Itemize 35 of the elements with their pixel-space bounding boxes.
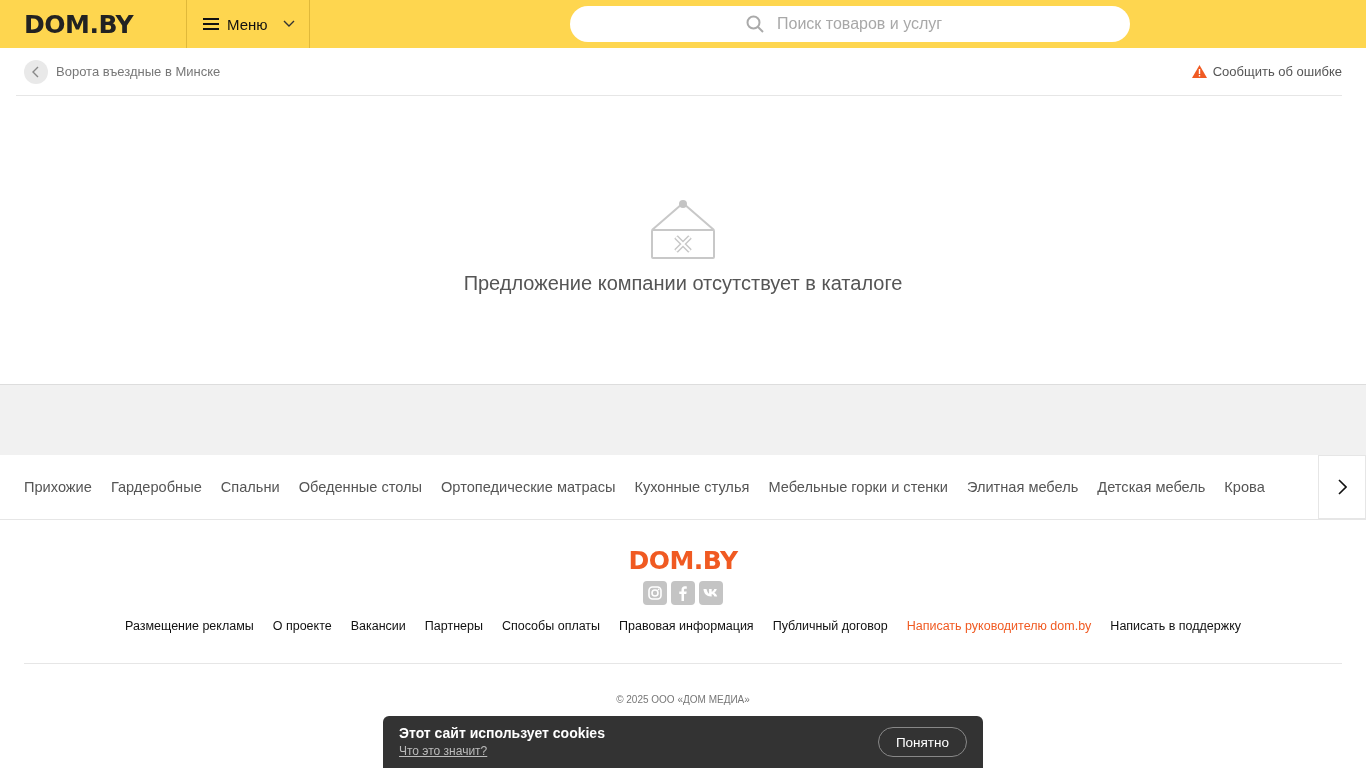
footer-link[interactable]: Публичный договор bbox=[772, 619, 888, 633]
chevron-right-icon bbox=[1337, 479, 1347, 495]
chevron-down-icon bbox=[283, 20, 295, 28]
menu-button[interactable]: Меню bbox=[186, 0, 310, 48]
copyright-text: © 2025 ООО «ДОМ МЕДИА» bbox=[616, 694, 750, 705]
warning-icon bbox=[1191, 65, 1207, 78]
category-link[interactable]: Прихожие bbox=[24, 479, 92, 495]
instagram-icon[interactable] bbox=[646, 584, 664, 602]
category-link[interactable]: Детская мебель bbox=[1097, 479, 1206, 495]
cookie-message: Этот сайт использует cookies bbox=[399, 725, 605, 741]
category-link[interactable]: Спальни bbox=[220, 479, 280, 495]
next-button[interactable] bbox=[1318, 455, 1366, 519]
footer-link[interactable]: Размещение рекламы bbox=[125, 619, 254, 633]
footer-link[interactable]: О проекте bbox=[272, 619, 332, 633]
footer-link[interactable]: Правовая информация bbox=[619, 619, 754, 633]
footer-link[interactable]: Партнеры bbox=[424, 619, 483, 633]
back-link[interactable]: Ворота въездные в Минске bbox=[24, 59, 221, 84]
footer-link[interactable]: Написать в поддержку bbox=[1110, 619, 1241, 633]
footer-link[interactable]: Способы оплаты bbox=[501, 619, 601, 633]
category-link[interactable]: Ортопедические матрасы bbox=[441, 479, 616, 495]
category-link[interactable]: Обеденные столы bbox=[298, 479, 422, 495]
category-link[interactable]: Элитная мебель bbox=[966, 479, 1079, 495]
category-link[interactable]: Мебельные горки и стенки bbox=[768, 479, 948, 495]
site-logo[interactable]: DOM.BY bbox=[24, 9, 162, 39]
chevron-left-icon bbox=[32, 65, 40, 78]
menu-icon bbox=[203, 18, 219, 30]
cookie-info-link[interactable]: Что это значит? bbox=[399, 744, 488, 758]
search-field[interactable]: Поиск товаров и услуг bbox=[570, 6, 1130, 42]
category-link[interactable]: Кухонные стулья bbox=[634, 479, 750, 495]
category-link[interactable]: Крова bbox=[1224, 479, 1265, 495]
footer-link[interactable]: Вакансии bbox=[350, 619, 406, 633]
report-error-link[interactable]: Сообщить об ошибке bbox=[1191, 64, 1342, 79]
category-link[interactable]: Гардеробные bbox=[110, 479, 202, 495]
empty-message: Предложение компании отсутствует в каталоге bbox=[463, 272, 903, 295]
hanging-sign-icon bbox=[650, 200, 716, 260]
